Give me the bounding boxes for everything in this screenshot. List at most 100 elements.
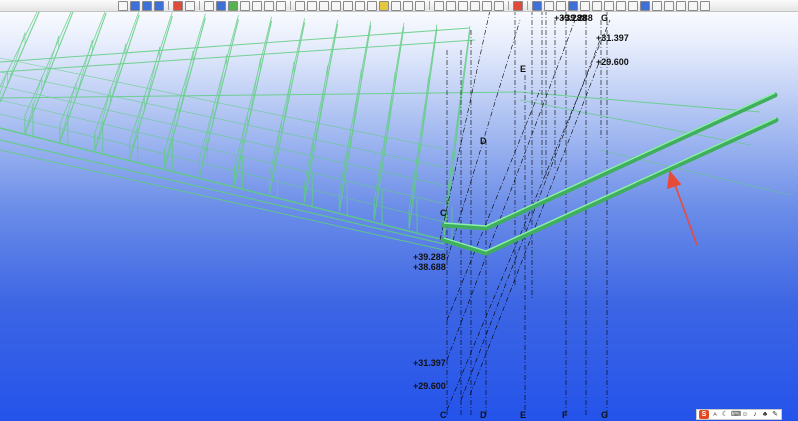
layer-icon[interactable]	[343, 0, 353, 11]
truss-member	[373, 138, 385, 220]
pan-icon[interactable]	[240, 0, 250, 11]
grid-labels-bottom: C D E F G	[440, 410, 608, 420]
grid-labels-upper: C D E G	[440, 13, 608, 218]
view-mode-icon[interactable]	[652, 0, 662, 11]
truss-member	[281, 61, 295, 134]
grid-diagonal	[446, 19, 611, 411]
truss-member	[443, 29, 471, 238]
grid-label-d-upper: D	[480, 136, 487, 146]
model-3d-view[interactable]: C D E F G C D E G +39.288 +39.288 +31.39…	[0, 0, 798, 421]
roof-truss-structure	[0, 5, 791, 251]
truss-member	[164, 13, 206, 151]
elevation-label: +39.288	[413, 252, 446, 262]
undo-icon[interactable]	[173, 0, 183, 11]
truss-member	[110, 43, 127, 104]
zoom-icon[interactable]	[228, 0, 238, 11]
main-toolbar	[0, 0, 798, 12]
truss-member	[75, 39, 93, 98]
grid-label-g-upper: G	[601, 13, 608, 23]
truss-member	[418, 76, 429, 159]
view-icon[interactable]	[319, 0, 329, 11]
elevation-label: +31.397	[413, 358, 446, 368]
toolbar-separator	[527, 1, 528, 10]
line-icon[interactable]	[470, 0, 480, 11]
mic-icon[interactable]: ♪	[751, 411, 759, 419]
delete-icon[interactable]	[513, 0, 523, 11]
elevation-label: +31.397	[596, 33, 629, 43]
keyboard-icon[interactable]: ⌨	[731, 411, 741, 419]
view-mode-icon[interactable]	[688, 0, 698, 11]
view-mode-icon[interactable]	[592, 0, 602, 11]
redo-icon[interactable]	[185, 0, 195, 11]
truss-member	[338, 132, 351, 212]
view-mode-icon[interactable]	[556, 0, 566, 11]
view-mode-icon[interactable]	[532, 0, 542, 11]
new-icon[interactable]	[130, 0, 140, 11]
truss-member	[129, 12, 173, 142]
properties-icon[interactable]	[331, 0, 341, 11]
filter-icon[interactable]	[391, 0, 401, 11]
hide-icon[interactable]	[403, 0, 413, 11]
line-icon[interactable]	[446, 0, 456, 11]
beam-upper[interactable]	[441, 92, 778, 231]
punctuation-icon[interactable]: ㅅ	[711, 411, 719, 419]
view-mode-icon[interactable]	[664, 0, 674, 11]
elevation-label: +29.600	[413, 381, 446, 391]
view-mode-icon[interactable]	[568, 0, 578, 11]
truss-member	[212, 54, 228, 122]
model-icon[interactable]	[216, 0, 226, 11]
ime-s-icon[interactable]: S	[699, 410, 709, 419]
save-icon[interactable]	[154, 0, 164, 11]
truss-member	[233, 20, 273, 186]
annotation-arrow	[667, 170, 698, 246]
open-icon[interactable]	[142, 0, 152, 11]
view-mode-icon[interactable]	[700, 0, 710, 11]
user-icon[interactable]: ☺	[741, 411, 749, 419]
truss-member	[199, 19, 239, 177]
grid-icon[interactable]	[307, 0, 317, 11]
truss-member	[94, 14, 140, 152]
view-mode-icon[interactable]	[580, 0, 590, 11]
grid-label-f: F	[562, 410, 568, 420]
truss-member	[0, 85, 445, 186]
toolbar-separator	[199, 1, 200, 10]
mirror-icon[interactable]	[295, 0, 305, 11]
view-mode-icon[interactable]	[544, 0, 554, 11]
line-icon[interactable]	[434, 0, 444, 11]
arrow-shaft	[673, 181, 698, 246]
grid-label-c-upper: C	[440, 208, 447, 218]
view-mode-icon[interactable]	[628, 0, 638, 11]
grid-label-e: E	[520, 410, 526, 420]
view-mode-icon[interactable]	[676, 0, 686, 11]
cursor-icon[interactable]	[276, 0, 286, 11]
show-icon[interactable]	[415, 0, 425, 11]
truss-member	[338, 21, 372, 194]
truss-member	[24, 7, 74, 116]
line-icon[interactable]	[482, 0, 492, 11]
view-mode-icon[interactable]	[604, 0, 614, 11]
truss-member	[199, 107, 214, 177]
truss-member	[349, 69, 362, 147]
select-icon[interactable]	[264, 0, 274, 11]
rotate-icon[interactable]	[252, 0, 262, 11]
clip-icon[interactable]	[367, 0, 377, 11]
measure-icon[interactable]	[355, 0, 365, 11]
truss-member	[234, 16, 272, 168]
truss-member	[373, 22, 405, 202]
moon-icon[interactable]: ☾	[721, 411, 729, 419]
truss-member	[0, 57, 445, 150]
line-icon[interactable]	[494, 0, 504, 11]
truss-member	[164, 101, 180, 169]
line-icon[interactable]	[458, 0, 468, 11]
highlight-icon[interactable]	[379, 0, 389, 11]
view-mode-icon[interactable]	[640, 0, 650, 11]
wrench-icon[interactable]: ✎	[771, 411, 779, 419]
snap-icon[interactable]	[118, 0, 128, 11]
shirt-icon[interactable]: ♣	[761, 411, 769, 419]
arrow-head	[667, 170, 682, 190]
print-icon[interactable]	[204, 0, 214, 11]
truss-member	[247, 58, 261, 128]
view-mode-icon[interactable]	[616, 0, 626, 11]
new-beams[interactable]	[441, 92, 779, 256]
elevation-label: +38.688	[413, 262, 446, 272]
